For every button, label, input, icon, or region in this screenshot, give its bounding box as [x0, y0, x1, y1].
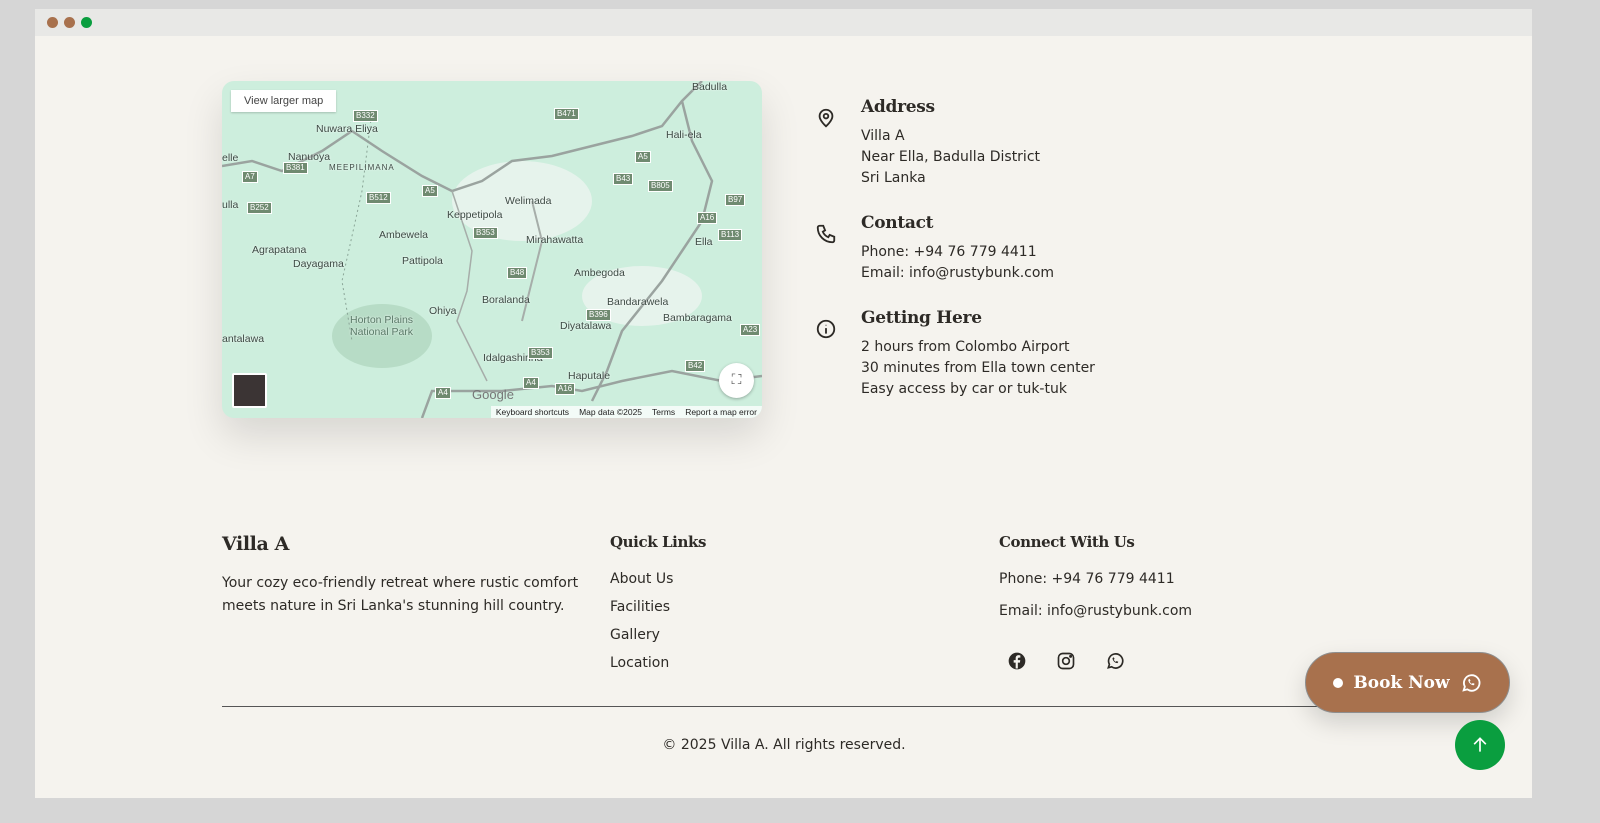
map-road-badge: A16 [697, 212, 718, 224]
info-icon [816, 319, 836, 339]
map-place-label: Diyatalawa [560, 320, 612, 332]
map-road-badge: A23 [740, 324, 761, 336]
window-close-button[interactable] [47, 17, 58, 28]
whatsapp-icon [1461, 673, 1480, 692]
getting-here-heading: Getting Here [861, 308, 982, 328]
whatsapp-icon[interactable] [1105, 651, 1125, 671]
map-place-label: Bambaragama [663, 312, 732, 324]
map-attribution: Keyboard shortcuts Map data ©2025 Terms … [490, 406, 762, 418]
map-place-label: Bandarawela [607, 296, 669, 308]
map-pin-icon [818, 108, 834, 128]
map-place-label: Horton Plains National Park [350, 314, 414, 338]
contact-heading: Contact [861, 213, 934, 233]
connect-heading: Connect With Us [999, 533, 1135, 551]
map-place-label: Haputale [568, 370, 611, 382]
map-place-label: ulla [222, 199, 239, 211]
footer-brand: Villa A [222, 533, 289, 555]
scroll-to-top-button[interactable] [1455, 720, 1505, 770]
map-road-badge: B512 [366, 192, 391, 204]
map-road-badge: A4 [523, 377, 539, 389]
map-road-badge: A7 [242, 171, 258, 183]
google-logo: Google [472, 387, 514, 402]
footer-link-gallery[interactable]: Gallery [610, 627, 660, 643]
browser-window: Badulla Nuwara Eliya Hali-ela Nanuoya ME… [35, 9, 1532, 798]
map-road-badge: A16 [555, 383, 576, 395]
map-place-label: Pattipola [402, 255, 443, 267]
map-road-badge: B805 [648, 180, 673, 192]
phone-icon [816, 224, 836, 244]
map-place-label: MEEPILIMANA [329, 163, 395, 172]
fullscreen-icon[interactable]: ⛶ [719, 363, 754, 398]
map-road-badge: B113 [718, 229, 743, 241]
window-titlebar [35, 9, 1532, 36]
map-place-label: Welimada [505, 195, 552, 207]
terms-link[interactable]: Terms [652, 407, 675, 417]
footer-link-about-us[interactable]: About Us [610, 571, 673, 587]
keyboard-shortcuts-link[interactable]: Keyboard shortcuts [496, 407, 569, 417]
map-road-badge: B252 [247, 202, 272, 214]
map-place-label: Mirahawatta [526, 234, 584, 246]
window-minimize-button[interactable] [64, 17, 75, 28]
map-place-label: Agrapatana [252, 244, 307, 256]
map-place-label: Nuwara Eliya [316, 123, 378, 135]
contact-email[interactable]: Email: info@rustybunk.com [861, 265, 1054, 281]
map-place-label: antalawa [222, 333, 265, 345]
footer-email[interactable]: Email: info@rustybunk.com [999, 603, 1192, 619]
footer-divider [222, 706, 1362, 707]
map-road-badge: B43 [613, 173, 634, 185]
map-place-label: Badulla [692, 81, 728, 93]
satellite-toggle-button[interactable] [232, 373, 267, 408]
map-place-label: Ohiya [429, 305, 457, 317]
footer-tagline: meets nature in Sri Lanka's stunning hil… [222, 598, 565, 614]
book-now-button[interactable]: Book Now [1305, 652, 1510, 713]
map-place-label: Ambewela [379, 229, 429, 241]
map-road-badge: A4 [435, 387, 451, 399]
map-road-badge: B353 [528, 347, 553, 359]
map-road-badge: B396 [586, 309, 611, 321]
address-line: Sri Lanka [861, 170, 926, 186]
map-road-badge: B471 [554, 108, 579, 120]
map-road-badge: B48 [507, 267, 528, 279]
instagram-icon[interactable] [1056, 651, 1076, 671]
directions-line: 2 hours from Colombo Airport [861, 339, 1070, 355]
map-data-text: Map data ©2025 [579, 407, 643, 417]
map-road-badge: B353 [473, 227, 498, 239]
map-road-badge: B42 [685, 360, 706, 372]
footer-link-facilities[interactable]: Facilities [610, 599, 670, 615]
map-road-badge: B97 [725, 194, 746, 206]
book-now-label: Book Now [1353, 672, 1450, 693]
map-place-label: Keppetipola [447, 209, 503, 221]
map-place-label: Hali-ela [666, 129, 702, 141]
contact-phone: Phone: +94 76 779 4411 [861, 244, 1037, 260]
map-place-label: Ambegoda [574, 267, 625, 279]
copyright: © 2025 Villa A. All rights reserved. [662, 737, 906, 753]
status-dot-icon [1333, 677, 1344, 688]
embedded-map[interactable]: Badulla Nuwara Eliya Hali-ela Nanuoya ME… [222, 81, 762, 418]
map-road-badge: A5 [635, 151, 651, 163]
arrow-up-icon [1473, 737, 1487, 752]
map-road-badge: B332 [353, 110, 378, 122]
facebook-icon[interactable] [1007, 651, 1027, 671]
directions-line: 30 minutes from Ella town center [861, 360, 1095, 376]
map-road-badge: B381 [283, 162, 308, 174]
map-place-label: elle [222, 152, 239, 164]
map-place-label: Boralanda [482, 294, 530, 306]
map-road-badge: A5 [422, 185, 438, 197]
window-maximize-button[interactable] [81, 17, 92, 28]
footer-phone: Phone: +94 76 779 4411 [999, 571, 1175, 587]
view-larger-map-link[interactable]: View larger map [231, 90, 337, 112]
footer-link-location[interactable]: Location [610, 655, 669, 671]
directions-line: Easy access by car or tuk-tuk [861, 381, 1067, 397]
footer-tagline: Your cozy eco-friendly retreat where rus… [222, 575, 579, 591]
map-place-label: Ella [695, 236, 713, 248]
quick-links-heading: Quick Links [610, 533, 707, 551]
address-heading: Address [861, 97, 935, 117]
address-line: Villa A [861, 128, 905, 144]
map-place-label: Dayagama [293, 258, 344, 270]
report-map-error-link[interactable]: Report a map error [685, 407, 757, 417]
address-line: Near Ella, Badulla District [861, 149, 1041, 165]
